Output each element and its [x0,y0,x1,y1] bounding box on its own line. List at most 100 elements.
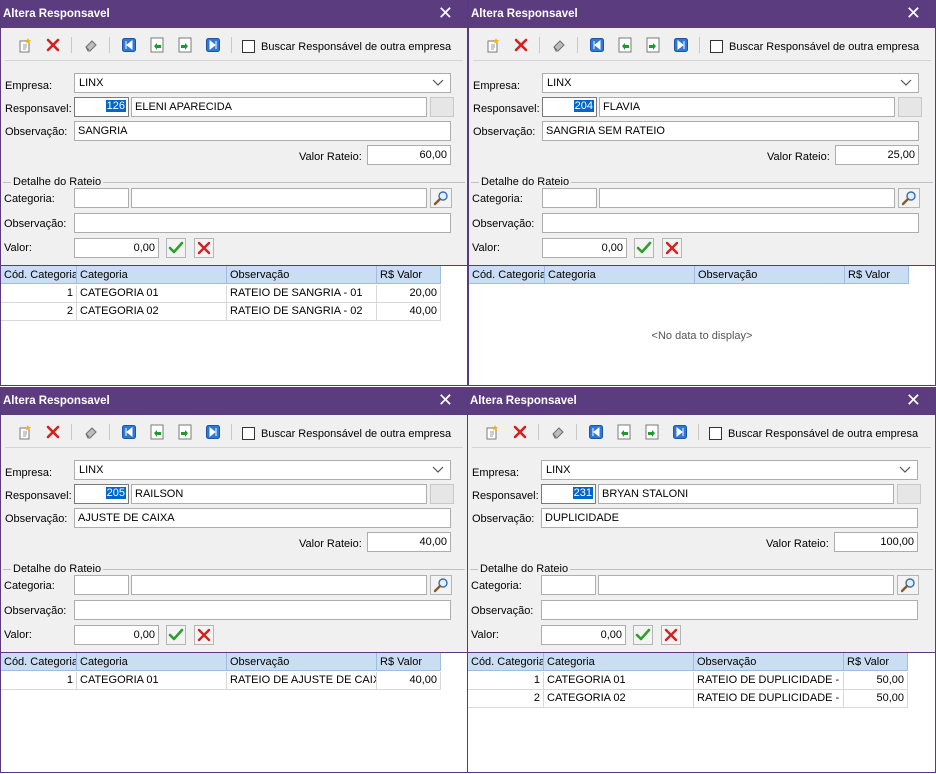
column-header-categoria[interactable]: Categoria [77,653,227,671]
responsavel-lookup-button[interactable] [430,97,454,117]
rateio-grid[interactable]: Cód. Categoria Categoria Observação R$ V… [1,652,467,772]
next-record-icon[interactable] [175,423,195,441]
chevron-down-icon[interactable] [432,78,444,90]
column-header-categoria[interactable]: Categoria [544,653,694,671]
prev-record-icon[interactable] [147,423,167,441]
magnifier-icon[interactable] [897,575,919,595]
buscar-outra-empresa-checkbox[interactable] [242,40,255,53]
eraser-icon[interactable] [548,423,568,441]
magnifier-icon[interactable] [430,575,452,595]
buscar-outra-empresa-checkbox[interactable] [710,40,723,53]
first-record-icon[interactable] [119,36,139,54]
rateio-grid[interactable]: Cód. Categoria Categoria Observação R$ V… [1,265,467,385]
new-doc-icon[interactable] [483,36,503,54]
categoria-code-input[interactable] [74,575,129,595]
delete-x-icon[interactable] [43,36,63,54]
check-icon[interactable] [166,238,186,258]
table-row[interactable]: 1 CATEGORIA 01 RATEIO DE DUPLICIDADE - (… [468,672,908,690]
prev-record-icon[interactable] [615,36,635,54]
column-header-categoria[interactable]: Categoria [545,266,695,284]
last-record-icon[interactable] [203,423,223,441]
column-header-valor[interactable]: R$ Valor [377,653,441,671]
categoria-code-input[interactable] [542,188,597,208]
column-header-valor[interactable]: R$ Valor [845,266,909,284]
last-record-icon[interactable] [670,423,690,441]
magnifier-icon[interactable] [430,188,452,208]
cancel-x-icon[interactable] [194,625,214,645]
buscar-outra-empresa-checkbox[interactable] [709,427,722,440]
cancel-x-icon[interactable] [662,238,682,258]
first-record-icon[interactable] [119,423,139,441]
column-header-observacao[interactable]: Observação [695,266,845,284]
table-row[interactable]: 2 CATEGORIA 02 RATEIO DE DUPLICIDADE - (… [468,690,908,708]
close-icon[interactable]: ✕ [438,390,453,410]
cancel-x-icon[interactable] [661,625,681,645]
eraser-icon[interactable] [81,36,101,54]
empresa-dropdown[interactable]: LINX [542,73,919,93]
check-icon[interactable] [634,238,654,258]
next-record-icon[interactable] [175,36,195,54]
new-doc-icon[interactable] [15,36,35,54]
responsavel-lookup-button[interactable] [430,484,454,504]
first-record-icon[interactable] [587,36,607,54]
empresa-dropdown[interactable]: LINX [74,460,451,480]
table-row[interactable]: 2 CATEGORIA 02 RATEIO DE SANGRIA - 02 40… [1,303,441,321]
valor-rateio-input[interactable]: 40,00 [367,532,451,552]
rateio-grid[interactable]: Cód. Categoria Categoria Observação R$ V… [469,265,935,385]
responsavel-code-input[interactable]: 126 [74,97,129,117]
delete-x-icon[interactable] [511,36,531,54]
observacao-input[interactable]: SANGRIA [74,121,451,141]
observacao-detalhe-input[interactable] [74,213,451,233]
column-header-observacao[interactable]: Observação [694,653,844,671]
chevron-down-icon[interactable] [900,78,912,90]
table-row[interactable]: 1 CATEGORIA 01 RATEIO DE AJUSTE DE CAIX … [1,672,441,690]
prev-record-icon[interactable] [614,423,634,441]
column-header-observacao[interactable]: Observação [227,266,377,284]
column-header-cod-categoria[interactable]: Cód. Categoria [1,653,77,671]
column-header-cod-categoria[interactable]: Cód. Categoria [468,653,544,671]
magnifier-icon[interactable] [898,188,920,208]
valor-input[interactable]: 0,00 [542,238,627,258]
column-header-cod-categoria[interactable]: Cód. Categoria [1,266,77,284]
categoria-code-input[interactable] [74,188,129,208]
buscar-outra-empresa-checkbox[interactable] [242,427,255,440]
valor-input[interactable]: 0,00 [74,625,159,645]
valor-input[interactable]: 0,00 [541,625,626,645]
responsavel-code-input[interactable]: 204 [542,97,597,117]
observacao-detalhe-input[interactable] [541,600,918,620]
observacao-detalhe-input[interactable] [542,213,919,233]
close-icon[interactable]: ✕ [438,3,453,23]
eraser-icon[interactable] [549,36,569,54]
categoria-code-input[interactable] [541,575,596,595]
last-record-icon[interactable] [671,36,691,54]
delete-x-icon[interactable] [43,423,63,441]
first-record-icon[interactable] [586,423,606,441]
valor-input[interactable]: 0,00 [74,238,159,258]
table-row[interactable]: 1 CATEGORIA 01 RATEIO DE SANGRIA - 01 20… [1,285,441,303]
last-record-icon[interactable] [203,36,223,54]
next-record-icon[interactable] [642,423,662,441]
valor-rateio-input[interactable]: 60,00 [367,145,451,165]
responsavel-lookup-button[interactable] [898,97,922,117]
column-header-observacao[interactable]: Observação [227,653,377,671]
rateio-grid[interactable]: Cód. Categoria Categoria Observação R$ V… [468,652,935,772]
empresa-dropdown[interactable]: LINX [74,73,451,93]
valor-rateio-input[interactable]: 100,00 [834,532,918,552]
delete-x-icon[interactable] [510,423,530,441]
column-header-valor[interactable]: R$ Valor [844,653,908,671]
cancel-x-icon[interactable] [194,238,214,258]
new-doc-icon[interactable] [482,423,502,441]
column-header-valor[interactable]: R$ Valor [377,266,441,284]
close-icon[interactable]: ✕ [906,3,921,23]
check-icon[interactable] [633,625,653,645]
observacao-input[interactable]: AJUSTE DE CAIXA [74,508,451,528]
valor-rateio-input[interactable]: 25,00 [835,145,919,165]
next-record-icon[interactable] [643,36,663,54]
eraser-icon[interactable] [81,423,101,441]
check-icon[interactable] [166,625,186,645]
observacao-input[interactable]: SANGRIA SEM RATEIO [542,121,919,141]
chevron-down-icon[interactable] [432,465,444,477]
responsavel-lookup-button[interactable] [897,484,921,504]
observacao-input[interactable]: DUPLICIDADE [541,508,918,528]
prev-record-icon[interactable] [147,36,167,54]
